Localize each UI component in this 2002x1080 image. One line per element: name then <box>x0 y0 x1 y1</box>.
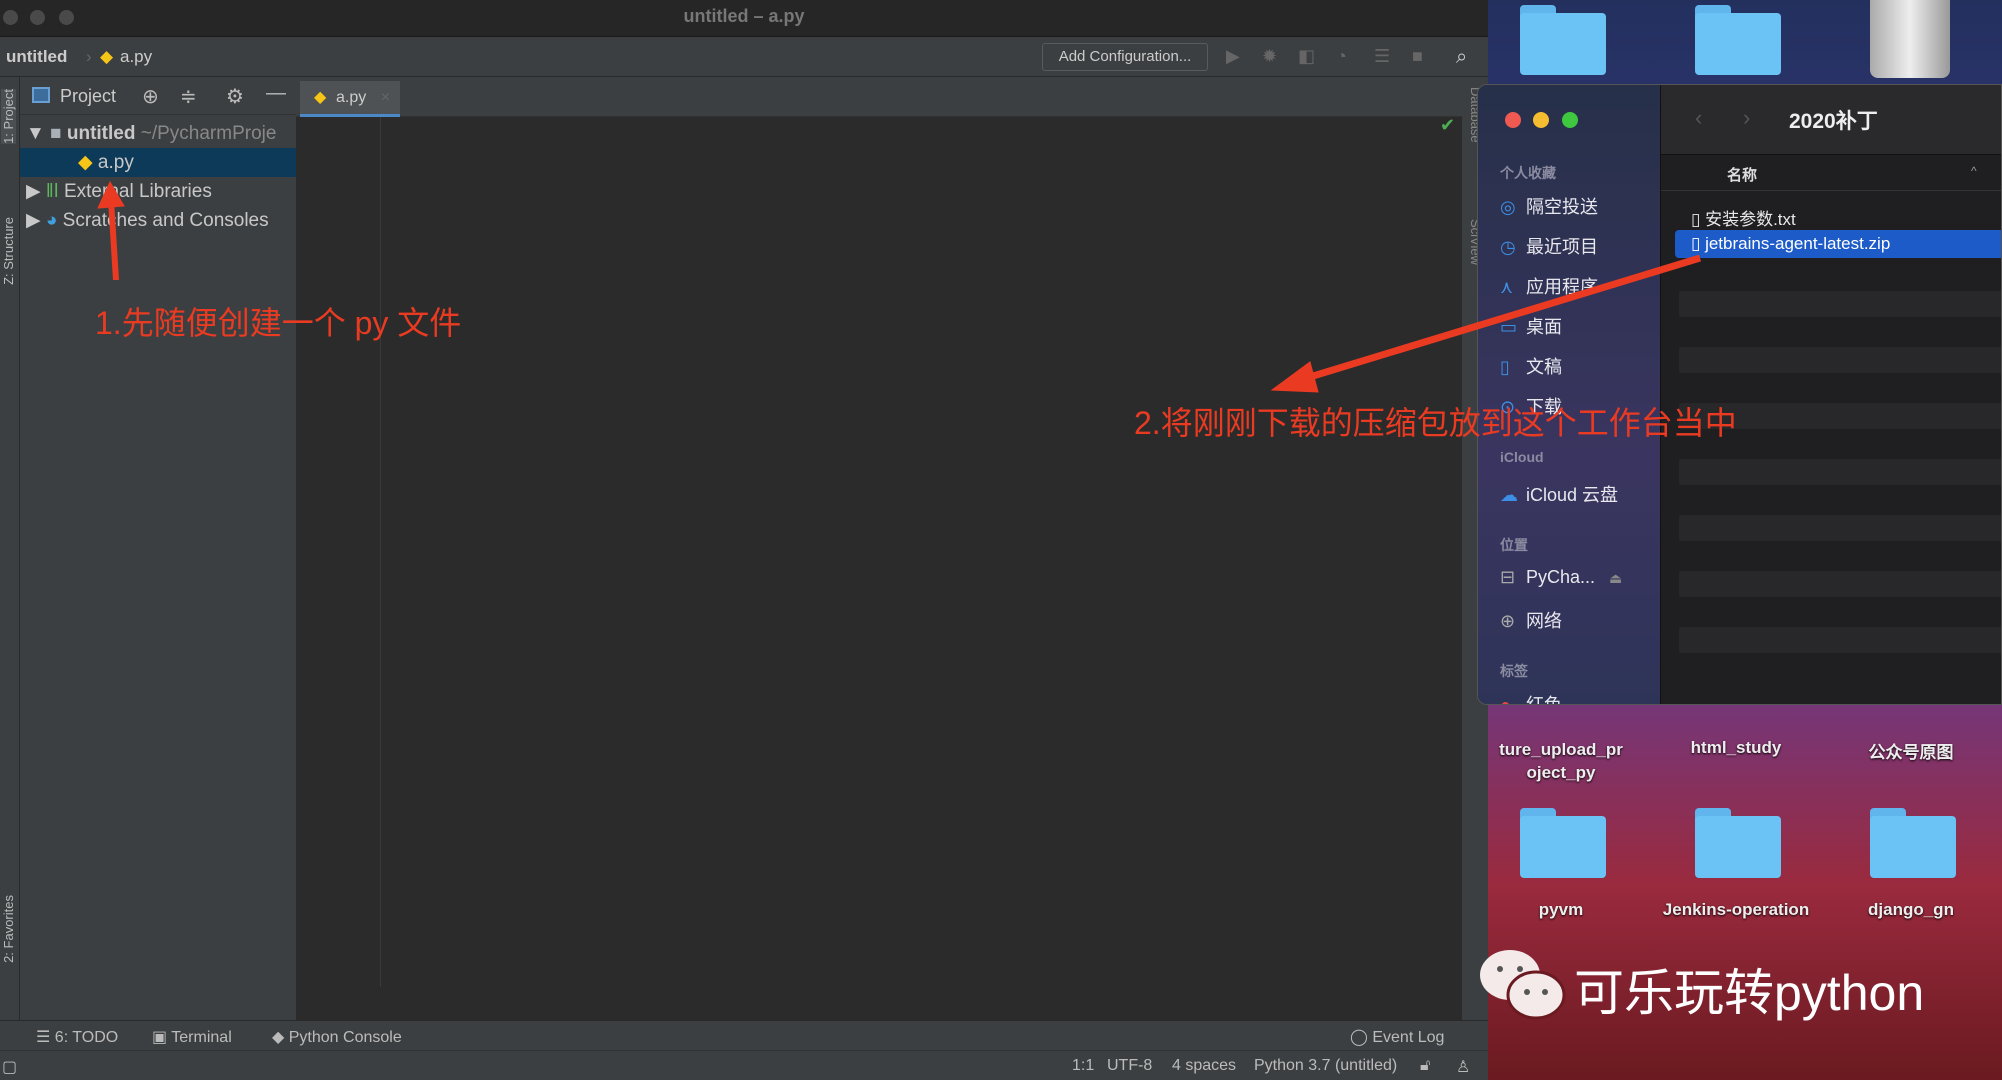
annotation-step2: 2.将刚刚下载的压缩包放到这个工作台当中 <box>1134 405 1737 441</box>
arrow-shaft <box>1298 254 1702 384</box>
arrow-step2 <box>1270 254 1702 393</box>
watermark-text: 可乐玩转python <box>1574 965 1925 1021</box>
annotation-step1: 1.先随便创建一个 py 文件 <box>95 305 462 341</box>
arrow-head <box>1270 361 1319 393</box>
arrow-head <box>97 180 125 209</box>
arrow-step1 <box>97 180 125 281</box>
arrow-shaft <box>108 199 119 281</box>
annotation-arrows <box>97 180 1702 393</box>
wechat-logo-icon <box>1480 950 1566 1020</box>
